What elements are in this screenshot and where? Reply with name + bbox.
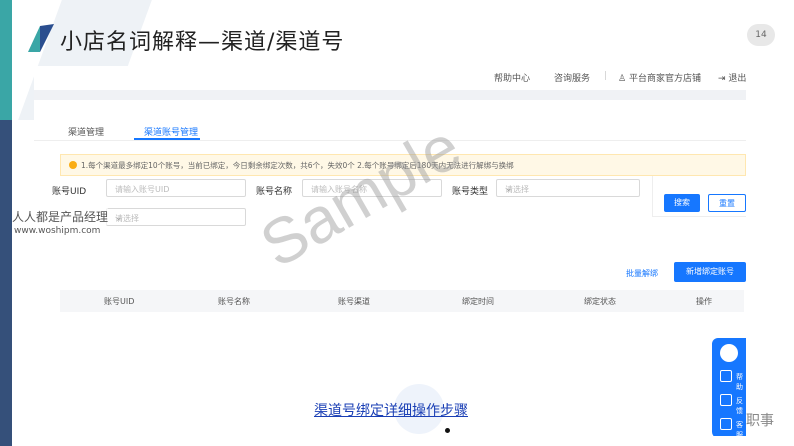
- slide-title: 小店名词解释—渠道/渠道号: [60, 30, 345, 55]
- account-type-select[interactable]: 请选择 ⌄: [496, 179, 640, 197]
- floating-side-panel: 帮助 反馈 客服: [712, 338, 746, 436]
- chevron-down-icon: ⌄: [115, 213, 123, 223]
- table-header: 账号UID 账号名称 账号渠道 绑定时间 绑定状态 操作: [60, 290, 744, 312]
- column-header: 账号渠道: [338, 297, 370, 306]
- feedback-icon[interactable]: [720, 394, 732, 406]
- warning-icon: [69, 161, 77, 169]
- column-header: 账号UID: [104, 297, 135, 306]
- side-item-label: 客服: [736, 421, 743, 436]
- reset-button[interactable]: 重置: [708, 194, 746, 212]
- service-link[interactable]: 咨询服务: [554, 71, 590, 84]
- site-watermark-url: www.woshipm.com: [14, 226, 101, 236]
- add-bind-account-button[interactable]: 新增绑定账号: [674, 262, 746, 282]
- customer-service-icon[interactable]: [720, 418, 732, 430]
- brand-logo-icon: [28, 24, 54, 52]
- active-tab-indicator: [134, 138, 200, 140]
- side-item-label: 帮助: [736, 373, 743, 391]
- assistant-avatar-icon[interactable]: [720, 344, 738, 362]
- account-uid-input[interactable]: 请输入账号UID: [106, 179, 246, 197]
- column-header: 账号名称: [218, 297, 250, 306]
- site-watermark: 人人都是产品经理: [12, 208, 109, 225]
- binding-steps-link[interactable]: 渠道号绑定详细操作步骤: [314, 400, 468, 420]
- topbar-divider: |: [604, 71, 608, 81]
- page-number-badge: 14: [747, 24, 775, 46]
- chevron-down-icon: ⌄: [505, 184, 513, 194]
- corner-watermark: 职事: [746, 413, 774, 429]
- column-header: 绑定时间: [462, 297, 494, 306]
- side-item-label: 反馈: [736, 397, 743, 415]
- account-type-label: 账号类型: [452, 187, 489, 197]
- help-center-link[interactable]: 帮助中心: [494, 71, 530, 84]
- mouse-cursor: [445, 428, 450, 433]
- user-icon: ♙: [618, 74, 629, 84]
- app-topbar: 帮助中心 咨询服务 | ♙ 平台商家官方店铺 ⇥ 退出: [34, 66, 746, 88]
- tab-channel-management[interactable]: 渠道管理: [68, 125, 104, 138]
- help-icon[interactable]: [720, 370, 732, 382]
- status-select[interactable]: 请选择 ⌄: [106, 208, 246, 226]
- header-divider-band: [34, 90, 746, 100]
- left-stripe-accent: [0, 0, 12, 120]
- search-button[interactable]: 搜索: [664, 194, 700, 212]
- tab-channel-account-management[interactable]: 渠道账号管理: [144, 125, 198, 138]
- logout-icon: ⇥: [718, 74, 729, 84]
- user-menu[interactable]: ♙ 平台商家官方店铺: [618, 71, 701, 84]
- logout-link[interactable]: ⇥ 退出: [718, 71, 746, 84]
- app-screenshot: 帮助中心 咨询服务 | ♙ 平台商家官方店铺 ⇥ 退出 渠道管理 渠道账号管理 …: [34, 66, 746, 436]
- batch-unbind-link[interactable]: 批量解绑: [626, 268, 658, 279]
- column-header: 绑定状态: [584, 297, 616, 306]
- account-uid-label: 账号UID: [52, 187, 87, 197]
- column-header: 操作: [696, 297, 712, 306]
